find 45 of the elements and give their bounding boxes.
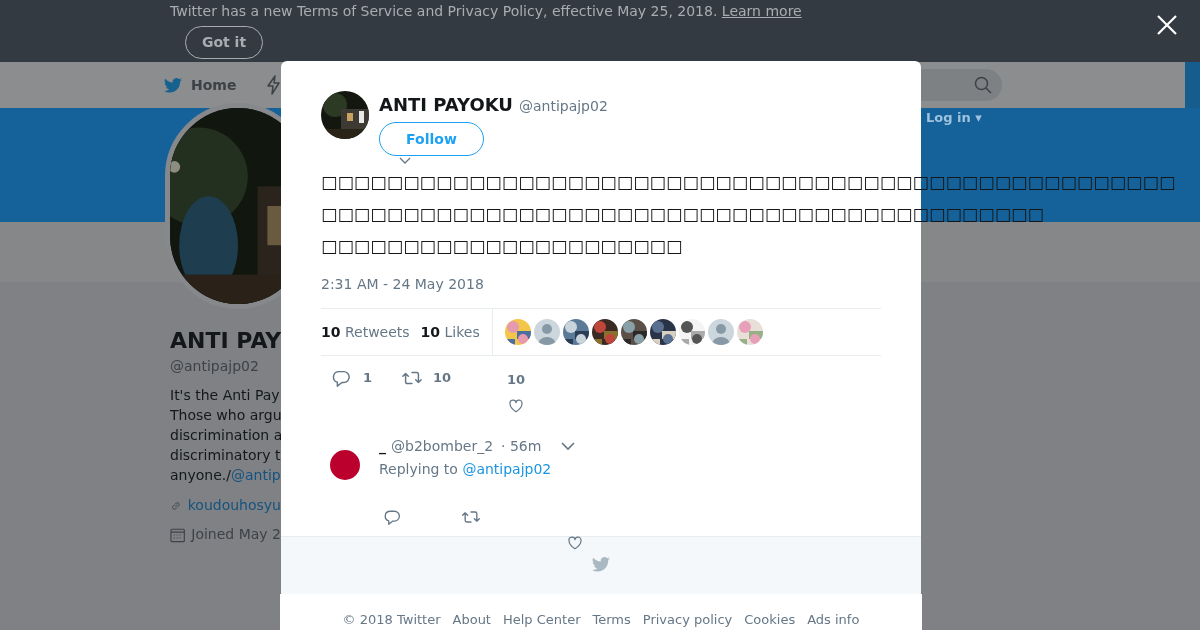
close-button[interactable] (1156, 14, 1178, 36)
login-menu[interactable]: Log in ▾ (926, 108, 982, 128)
footer-link[interactable]: Help Center (502, 610, 581, 630)
profile-handle: @antipajp02 (170, 357, 260, 376)
likes-count[interactable]: 10 Likes (420, 321, 480, 343)
reply-button[interactable] (383, 508, 401, 526)
like-button[interactable]: 10 (507, 370, 526, 414)
display-name: ANTI PAYOKU (379, 93, 513, 117)
reply-icon (331, 368, 351, 388)
caret-icon[interactable] (561, 442, 576, 451)
home-tab[interactable]: Home (163, 74, 237, 96)
reply-handle: @b2bomber_2 (391, 437, 494, 456)
lightning-icon[interactable] (266, 75, 283, 95)
retweet-icon (461, 508, 481, 526)
footer-link[interactable]: Cookies (744, 610, 796, 630)
footer-link[interactable]: Terms (592, 610, 631, 630)
copyright-text: © 2018 Twitter (342, 611, 441, 629)
notice-text: Twitter has a new Terms of Service and Privacy Policy, effective May 25, 2018. Learn more (170, 2, 803, 21)
calendar-icon (170, 526, 186, 543)
joined-date: Joined May 2 (191, 525, 281, 544)
caret-icon[interactable] (399, 157, 411, 165)
retweets-count[interactable]: 10 Retweets (321, 321, 410, 343)
profile-bio: It's the Anti Pay Those who argu discrimination a discriminatory t anyone./@antip (170, 386, 281, 485)
profile-name: ANTI PAY (170, 327, 281, 355)
mention-link[interactable]: @antipajp02 (462, 461, 552, 477)
avatar-icon[interactable] (330, 450, 360, 480)
retweet-button[interactable] (461, 508, 481, 526)
replying-to-text: Replying to @antipajp02 (379, 460, 553, 479)
search-icon (974, 76, 992, 94)
footer-link[interactable]: Privacy policy (642, 610, 733, 630)
user-handle: @antipajp02 (518, 97, 608, 116)
footer-link[interactable]: Ads info (807, 610, 860, 630)
close-icon (1156, 14, 1178, 36)
reply-display-name: _ (379, 437, 386, 457)
heart-icon (566, 533, 584, 551)
bird-icon (591, 555, 611, 573)
bird-icon (163, 76, 183, 94)
like-button[interactable] (566, 533, 584, 551)
footer-link[interactable]: About (452, 610, 491, 630)
tweet-timestamp: 2:31 AM - 24 May 2018 (321, 275, 485, 294)
reply-time: · 56m (501, 437, 542, 456)
learn-more-link[interactable]: Learn more (721, 3, 802, 19)
retweet-button[interactable]: 10 (401, 368, 452, 388)
reply-button[interactable]: 1 (331, 368, 373, 388)
reply-icon (383, 508, 401, 526)
